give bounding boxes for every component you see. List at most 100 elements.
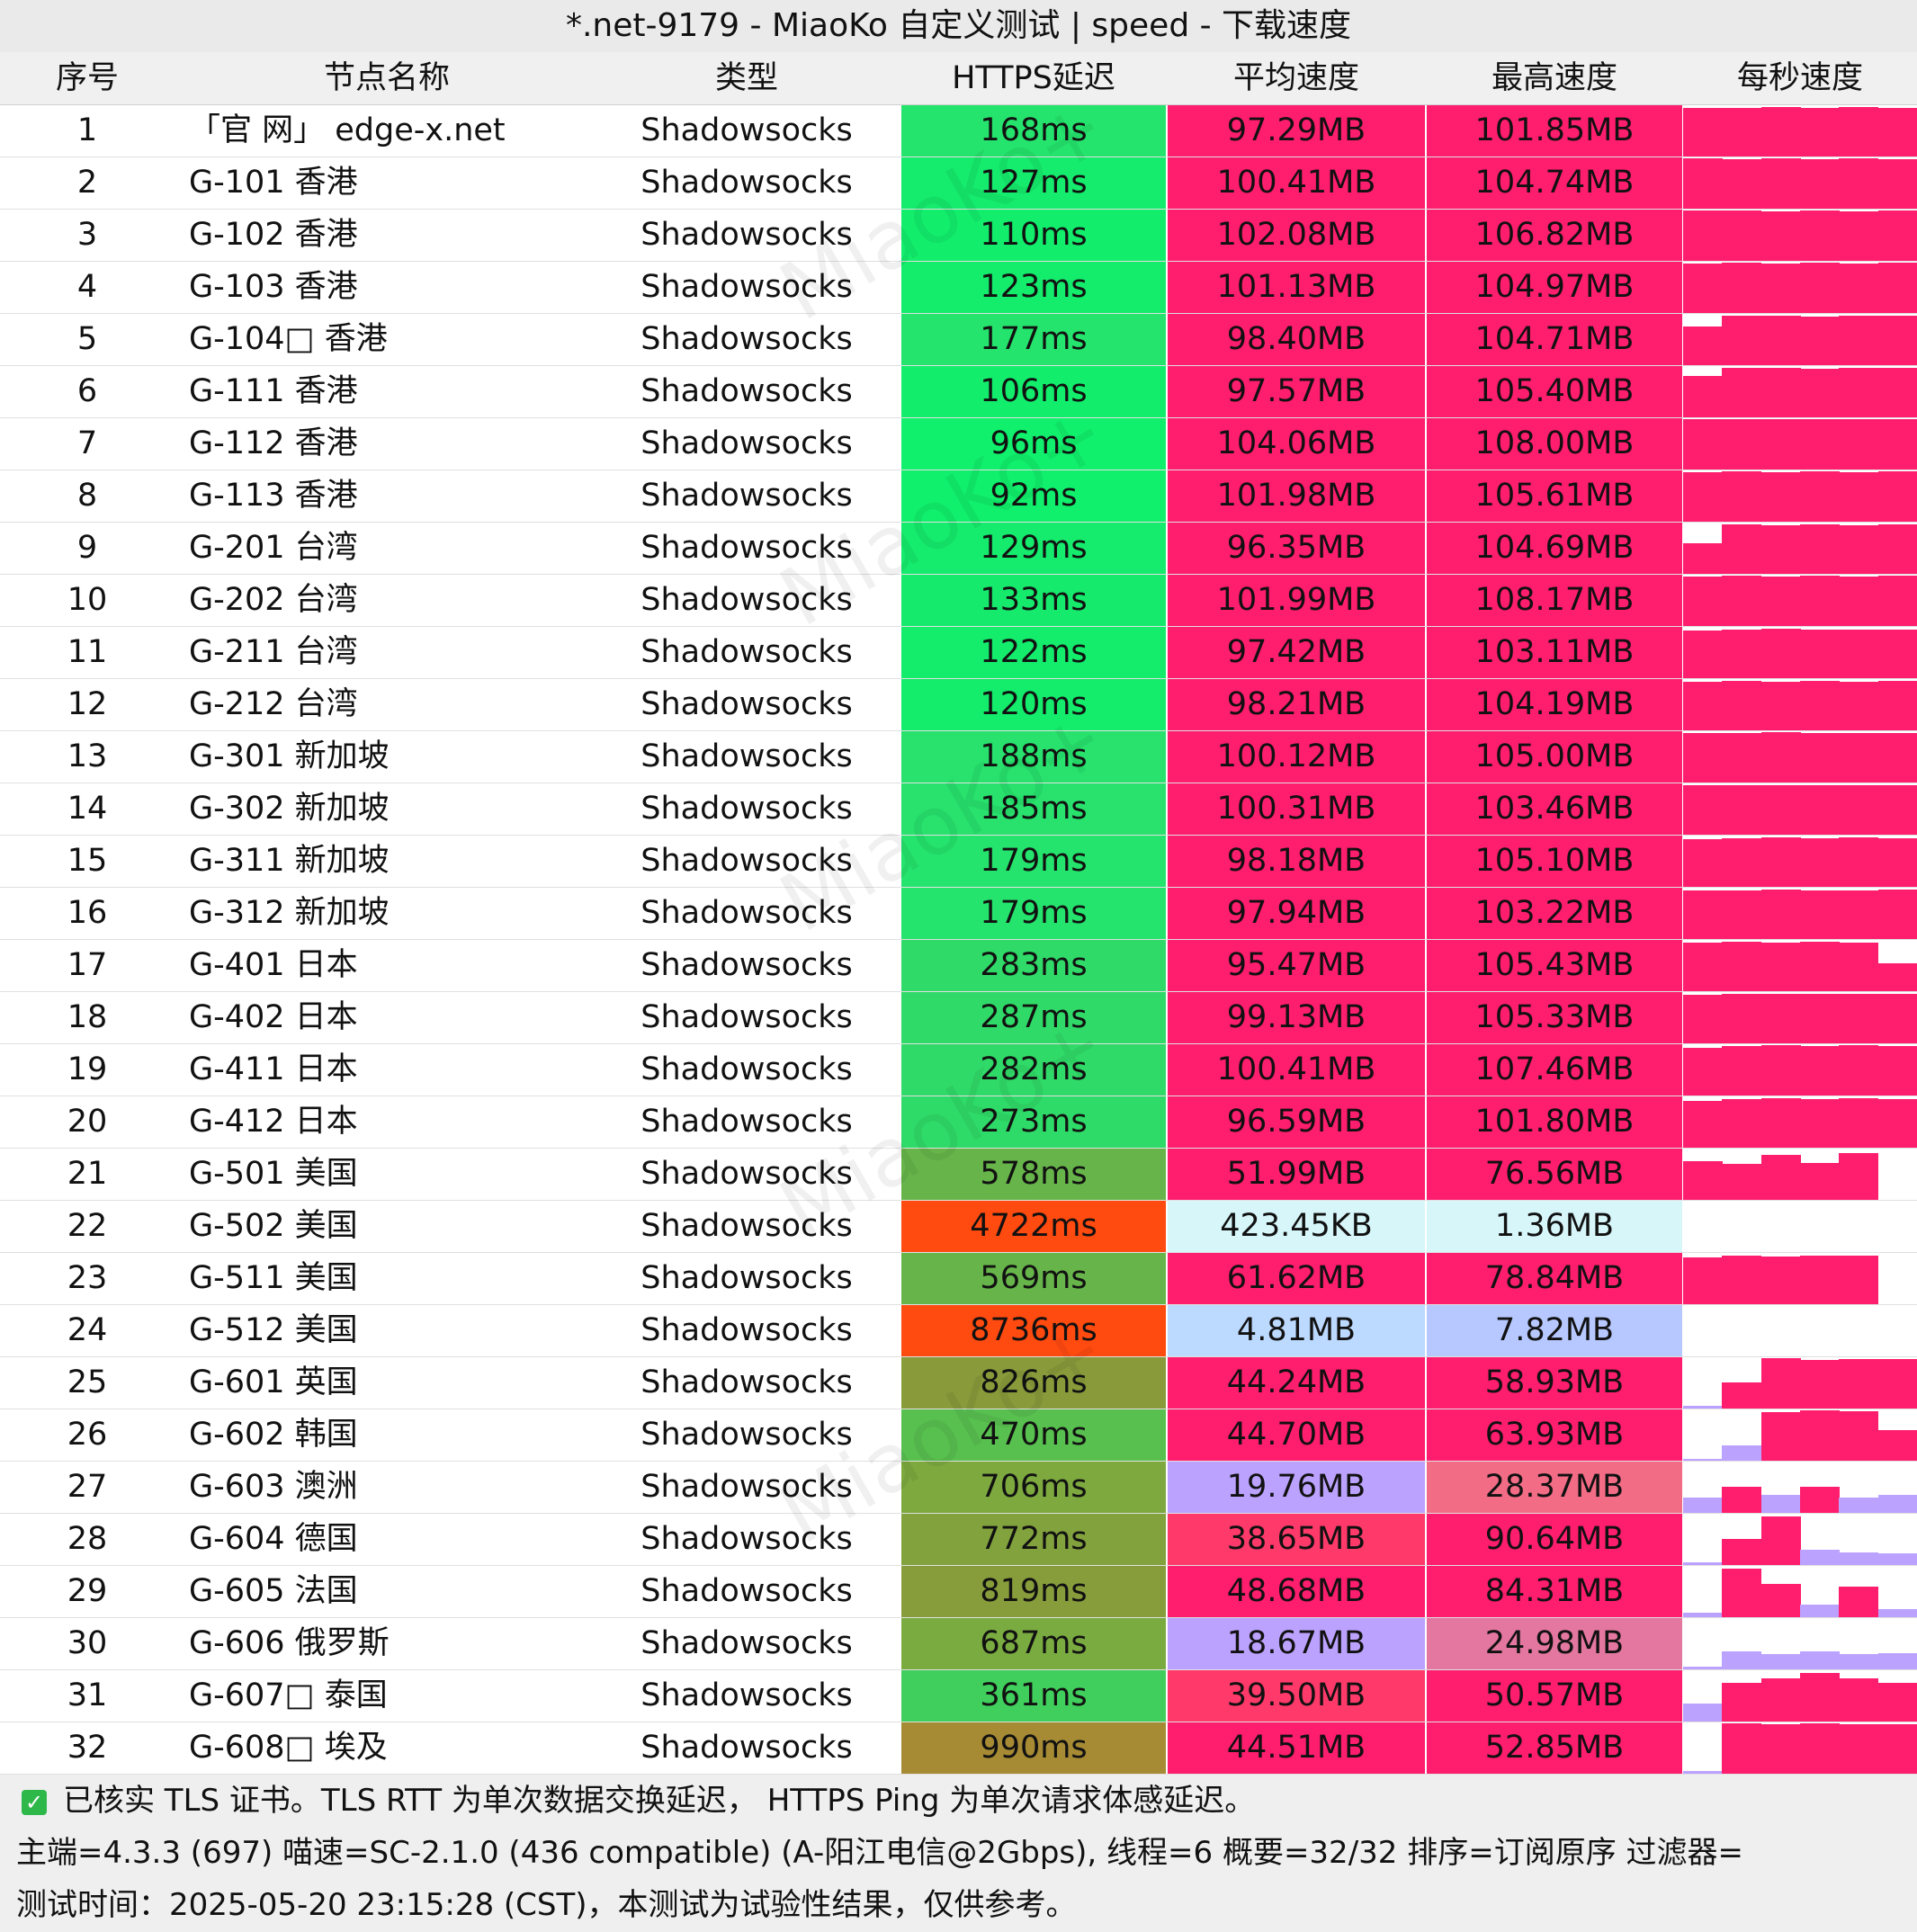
speed-bar-segment	[1877, 785, 1917, 835]
node-name: G-601 英国	[189, 1364, 358, 1400]
speed-bar-segment	[1839, 1411, 1879, 1461]
avg-speed: 44.24MB	[1168, 1357, 1425, 1409]
row-index: 32	[67, 1730, 108, 1766]
avg-speed: 97.57MB	[1168, 366, 1425, 417]
max-speed: 105.00MB	[1427, 731, 1682, 783]
speed-bar-segment	[1877, 838, 1917, 887]
speed-bar-segment	[1800, 317, 1840, 365]
row-index: 7	[76, 425, 98, 461]
speed-bar-segment	[1760, 107, 1801, 157]
https-latency: 706ms	[901, 1462, 1166, 1513]
speed-bar-segment	[1760, 472, 1801, 522]
row-index: 23	[67, 1260, 108, 1296]
avg-speed: 100.31MB	[1168, 783, 1425, 835]
speed-bar-segment	[1760, 1045, 1801, 1096]
table-row: 2 G-101 香港 Shadowsocks 127ms 100.41MB 104.74M…	[0, 157, 1917, 210]
node-name: G-412 日本	[189, 1104, 358, 1140]
max-speed: 105.40MB	[1427, 366, 1682, 417]
speed-bar-segment	[1800, 994, 1840, 1043]
https-latency: 282ms	[901, 1044, 1166, 1096]
per-second-speed-bars	[1683, 1044, 1917, 1096]
node-name: G-103 香港	[189, 269, 358, 305]
node-type: Shadowsocks	[640, 1364, 853, 1400]
per-second-speed-bars	[1683, 627, 1917, 678]
table-row: 14 G-302 新加坡 Shadowsocks 185ms 100.31MB 103.4…	[0, 783, 1917, 836]
node-type: Shadowsocks	[640, 791, 853, 827]
max-speed: 106.82MB	[1427, 210, 1682, 261]
speed-bar-segment	[1722, 159, 1762, 209]
node-type: Shadowsocks	[640, 530, 853, 566]
node-name: G-201 台湾	[189, 530, 358, 566]
speed-bar-segment	[1877, 419, 1917, 470]
speed-bar-segment	[1839, 785, 1879, 835]
row-index: 20	[67, 1104, 108, 1140]
row-index: 3	[76, 217, 98, 253]
speed-bar-segment	[1722, 471, 1762, 522]
node-name: G-112 香港	[189, 425, 358, 461]
https-latency: 273ms	[901, 1096, 1166, 1148]
per-second-speed-bars	[1683, 210, 1917, 261]
per-second-speed-bars	[1683, 940, 1917, 991]
speed-bar-segment	[1800, 471, 1840, 522]
speed-bar-segment	[1760, 1678, 1801, 1722]
table-row: 6 G-111 香港 Shadowsocks 106ms 97.57MB 105.40MB	[0, 366, 1917, 418]
max-speed: 50.57MB	[1427, 1670, 1682, 1722]
https-latency: 569ms	[901, 1253, 1166, 1304]
node-type: Shadowsocks	[640, 738, 853, 774]
per-second-speed-bars	[1683, 783, 1917, 835]
speed-bar-segment	[1683, 682, 1723, 730]
https-latency: 177ms	[901, 314, 1166, 365]
node-type: Shadowsocks	[640, 425, 853, 461]
row-index: 6	[76, 373, 98, 409]
table-row: 20 G-412 日本 Shadowsocks 273ms 96.59MB 101.80M…	[0, 1096, 1917, 1149]
table-row: 9 G-201 台湾 Shadowsocks 129ms 96.35MB 104.69MB	[0, 523, 1917, 575]
speed-bar-segment	[1722, 1539, 1762, 1565]
speed-bar-segment	[1683, 419, 1723, 470]
speed-bar-segment	[1683, 577, 1723, 626]
per-second-speed-bars	[1683, 836, 1917, 887]
speed-bar-segment	[1800, 1651, 1840, 1669]
avg-speed: 44.70MB	[1168, 1409, 1425, 1461]
node-name: G-608□ 埃及	[189, 1730, 388, 1766]
row-index: 11	[67, 634, 108, 670]
speed-bar-segment	[1877, 1653, 1917, 1669]
speed-bar-segment	[1722, 1651, 1762, 1669]
max-speed: 63.93MB	[1427, 1409, 1682, 1461]
speed-bar-segment	[1722, 263, 1762, 313]
avg-speed: 100.41MB	[1168, 1044, 1425, 1096]
speed-bar-segment	[1683, 1613, 1723, 1617]
node-type: Shadowsocks	[640, 582, 853, 618]
table-row: 28 G-604 德国 Shadowsocks 772ms 38.65MB 90.64MB	[0, 1514, 1917, 1566]
https-latency: 179ms	[901, 836, 1166, 887]
row-index: 26	[67, 1417, 108, 1453]
speed-bar-segment	[1800, 369, 1840, 417]
speed-bar-segment	[1839, 1098, 1879, 1148]
speed-bar-segment	[1877, 963, 1917, 991]
max-speed: 104.71MB	[1427, 314, 1682, 365]
speed-bar-segment	[1722, 210, 1762, 261]
speed-bar-segment	[1760, 785, 1801, 835]
footer-info: 已核实 TLS 证书。TLS RTT 为单次数据交换延迟， HTTPS Ping…	[0, 1775, 1917, 1932]
speed-bar-segment	[1877, 1495, 1917, 1513]
speed-bar-segment	[1683, 733, 1723, 783]
speed-bar-segment	[1683, 1667, 1723, 1669]
speed-bar-segment	[1683, 543, 1723, 574]
table-row: 15 G-311 新加坡 Shadowsocks 179ms 98.18MB 105.10…	[0, 836, 1917, 888]
speed-bar-segment	[1760, 158, 1801, 209]
per-second-speed-bars	[1683, 314, 1917, 365]
speed-bar-segment	[1839, 1587, 1879, 1617]
node-type: Shadowsocks	[640, 1156, 853, 1192]
max-speed: 101.85MB	[1427, 105, 1682, 157]
max-speed: 105.10MB	[1427, 836, 1682, 887]
speed-bar-segment	[1877, 1046, 1917, 1096]
table-row: 32 G-608□ 埃及 Shadowsocks 990ms 44.51MB 52.85M…	[0, 1722, 1917, 1775]
node-type: Shadowsocks	[640, 1521, 853, 1557]
node-type: Shadowsocks	[640, 1625, 853, 1661]
speed-bar-segment	[1683, 264, 1723, 313]
max-speed: 105.33MB	[1427, 992, 1682, 1043]
speed-bar-segment	[1683, 326, 1723, 365]
speed-bar-segment	[1722, 1382, 1762, 1409]
speed-bar-segment	[1760, 943, 1801, 991]
speed-bar-segment	[1839, 1153, 1879, 1200]
node-name: G-502 美国	[189, 1208, 358, 1244]
